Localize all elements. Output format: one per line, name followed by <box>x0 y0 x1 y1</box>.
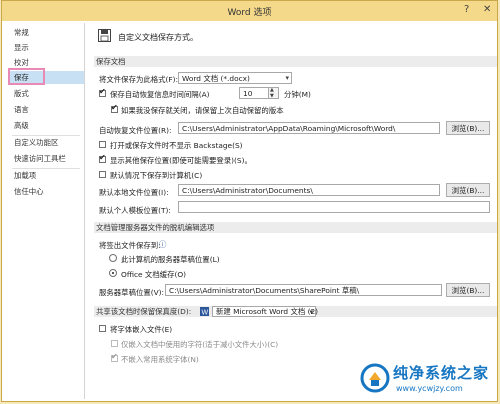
section-offline-editing: 文档管理服务器文件的脱机编辑选项 <box>94 222 497 233</box>
no-backstage-label: 打开或保存文件时不显示 Backstage(S) <box>110 141 243 150</box>
server-drafts-location-input[interactable]: C:\Users\Administrator\Documents\SharePo… <box>165 284 442 296</box>
no-common-fonts-checkbox[interactable] <box>111 352 118 362</box>
window-title: Word 选项 <box>227 8 272 18</box>
save-format-label: 将文件保存为此格式(F): <box>99 75 179 84</box>
office-cache-radio-label: Office 文档缓存(O) <box>121 270 187 279</box>
browse-autorecover-button[interactable]: 浏览(B)... <box>446 121 490 135</box>
no-backstage-checkbox[interactable] <box>99 141 106 148</box>
title-bar: Word 选项 ? ✕ <box>2 1 497 21</box>
section-save-documents: 保存文档 <box>94 56 497 67</box>
save-to-computer-checkbox[interactable] <box>99 171 106 178</box>
chevron-down-icon: ▾ <box>285 74 289 82</box>
info-icon: ⓘ <box>159 240 167 249</box>
sidebar-item-trust-center[interactable]: 信任中心 <box>8 185 84 198</box>
browse-server-drafts-button[interactable]: 浏览(B)... <box>446 283 490 297</box>
default-local-location-input[interactable]: C:\Users\Administrator\Documents\ <box>178 184 440 196</box>
svg-text:W: W <box>202 310 209 317</box>
server-drafts-radio[interactable] <box>109 254 117 262</box>
embed-used-chars-label: 仅嵌入文档中使用的字符(适于减小文件大小)(C) <box>121 340 279 349</box>
minutes-spinner[interactable]: ▲ ▼ <box>269 87 279 99</box>
save-nav-highlight <box>8 68 45 85</box>
personal-templates-label: 默认个人模板位置(T): <box>99 206 171 215</box>
default-local-location-label: 默认本地文件位置(I): <box>99 188 169 197</box>
show-other-locations-label: 显示其他保存位置(即使可能需要登录)(S)。 <box>110 156 252 165</box>
chevron-down-icon: ▾ <box>309 308 313 316</box>
fidelity-label: 共享该文档时保留保真度(D): <box>96 307 192 316</box>
minutes-label: 分钟(M) <box>284 90 311 99</box>
watermark-url: www.ycwjzy.com <box>396 384 463 393</box>
save-checked-out-label: 将签出文件保存到: <box>99 241 161 250</box>
watermark-text: 纯净系统之家 <box>393 364 490 382</box>
server-drafts-radio-label: 此计算机的服务器草稿位置(L) <box>121 255 220 264</box>
save-format-select[interactable]: Word 文档 (*.docx) ▾ <box>178 72 292 84</box>
embed-fonts-label: 将字体嵌入文件(E) <box>110 325 173 334</box>
autorecover-minutes-input[interactable]: 10 <box>239 87 269 99</box>
sidebar-item-display[interactable]: 显示 <box>8 41 84 54</box>
sidebar-item-language[interactable]: 语言 <box>8 103 84 116</box>
keep-last-version-label: 如果我没保存就关闭，请保留上次自动保留的版本 <box>121 106 284 115</box>
sidebar-item-customize-ribbon[interactable]: 自定义功能区 <box>8 136 84 149</box>
fidelity-document-value: 新建 Microsoft Word 文档 (2) <box>216 307 319 316</box>
autorecover-label: 保存自动恢复信息时间间隔(A) <box>110 90 210 99</box>
save-to-computer-label: 默认情况下保存到计算机(C) <box>110 171 203 180</box>
sidebar-item-quick-access[interactable]: 快速访问工具栏 <box>8 152 84 165</box>
autorecover-checkbox[interactable] <box>99 87 106 97</box>
office-cache-radio[interactable] <box>109 269 117 277</box>
sidebar-item-addins[interactable]: 加载项 <box>8 169 84 182</box>
autorecover-location-label: 自动恢复文件位置(R): <box>99 126 172 135</box>
sidebar-item-general[interactable]: 常规 <box>8 26 84 39</box>
browse-default-local-button[interactable]: 浏览(B)... <box>446 183 490 197</box>
sidebar-item-layout[interactable]: 版式 <box>8 87 84 100</box>
embed-used-chars-checkbox[interactable] <box>111 340 118 347</box>
show-other-locations-checkbox[interactable] <box>99 153 106 163</box>
keep-last-version-checkbox[interactable] <box>111 103 118 113</box>
spin-down-icon: ▼ <box>270 93 274 99</box>
personal-templates-input[interactable] <box>178 201 490 213</box>
sidebar-item-advanced[interactable]: 高级 <box>8 119 84 132</box>
close-icon[interactable]: ✕ <box>483 4 491 15</box>
autorecover-location-input[interactable]: C:\Users\Administrator\AppData\Roaming\M… <box>178 122 440 134</box>
server-drafts-location-label: 服务器草稿位置(V): <box>99 288 165 297</box>
watermark-logo-icon <box>360 363 390 393</box>
word-doc-icon: W <box>200 307 209 316</box>
watermark: 纯净系统之家 www.ycwjzy.com <box>360 360 492 398</box>
save-disk-icon <box>98 29 111 42</box>
embed-fonts-checkbox[interactable] <box>99 325 106 332</box>
no-common-fonts-label: 不嵌入常用系统字体(N) <box>121 355 199 364</box>
fidelity-document-select[interactable]: 新建 Microsoft Word 文档 (2) ▾ <box>212 306 319 317</box>
help-icon[interactable]: ? <box>464 4 469 15</box>
save-options-panel: 自定义文档保存方式。 保存文档 将文件保存为此格式(F): Word 文档 (*… <box>88 23 497 397</box>
save-format-value: Word 文档 (*.docx) <box>182 74 250 83</box>
panel-header: 自定义文档保存方式。 <box>118 33 198 42</box>
word-options-dialog: Word 选项 ? ✕ 常规 显示 校对 保存 版式 语言 高级 自定义功能区 … <box>1 0 498 402</box>
